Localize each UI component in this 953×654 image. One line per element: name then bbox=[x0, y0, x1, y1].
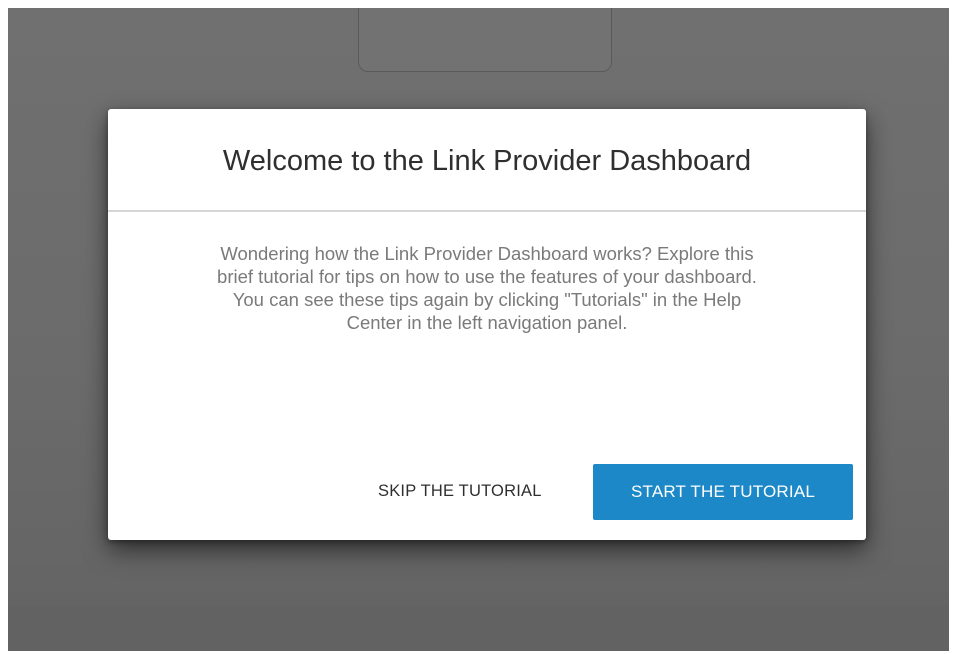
dialog-message-line: Center in the left navigation panel. bbox=[346, 312, 628, 333]
skip-tutorial-button[interactable]: SKIP THE TUTORIAL bbox=[378, 473, 542, 509]
background-card bbox=[358, 8, 612, 72]
dialog-footer: SKIP THE TUTORIAL START THE TUTORIAL bbox=[108, 450, 866, 540]
background-bottom-bar bbox=[8, 606, 949, 651]
dialog-body: Wondering how the Link Provider Dashboar… bbox=[108, 212, 866, 334]
screen-overlay: Welcome to the Link Provider Dashboard W… bbox=[8, 8, 949, 651]
dialog-message-line: Wondering how the Link Provider Dashboar… bbox=[220, 243, 754, 264]
dialog-message-line: brief tutorial for tips on how to use th… bbox=[217, 266, 757, 287]
welcome-dialog: Welcome to the Link Provider Dashboard W… bbox=[108, 109, 866, 540]
dialog-header: Welcome to the Link Provider Dashboard bbox=[108, 109, 866, 212]
start-tutorial-button[interactable]: START THE TUTORIAL bbox=[593, 464, 853, 520]
dialog-title: Welcome to the Link Provider Dashboard bbox=[222, 145, 752, 177]
dialog-message-line: You can see these tips again by clicking… bbox=[232, 289, 742, 310]
dialog-message: Wondering how the Link Provider Dashboar… bbox=[148, 242, 826, 334]
